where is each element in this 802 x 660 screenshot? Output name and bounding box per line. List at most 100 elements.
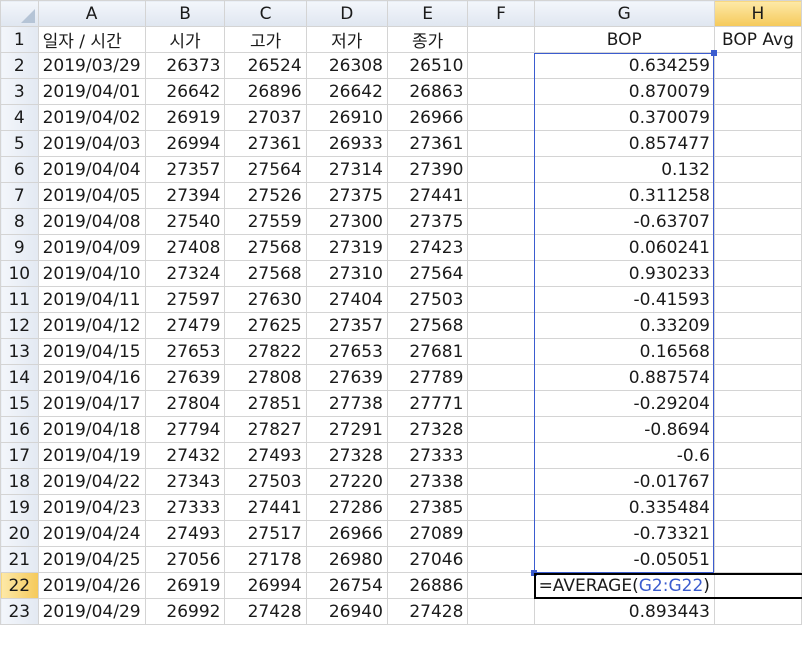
row-header[interactable]: 2 — [0, 52, 39, 79]
cell-bop[interactable]: 0.16568 — [533, 338, 715, 365]
cell-low[interactable]: 26980 — [305, 546, 388, 573]
cell-open[interactable]: 27333 — [144, 494, 226, 521]
cell-empty[interactable] — [467, 494, 535, 521]
cell-empty[interactable] — [467, 520, 535, 547]
cell-close[interactable]: 26863 — [386, 78, 469, 105]
cell-empty[interactable] — [467, 78, 535, 105]
column-header-f[interactable]: F — [467, 0, 535, 27]
cell-bop[interactable]: 0.132 — [533, 156, 715, 183]
cell-empty[interactable] — [467, 572, 535, 599]
cell-low[interactable]: 26910 — [305, 104, 388, 131]
cell-date[interactable]: 2019/04/16 — [37, 364, 146, 391]
cell-high[interactable]: 27559 — [224, 208, 307, 235]
row-header[interactable]: 12 — [0, 312, 39, 339]
cell-high[interactable]: 27037 — [224, 104, 307, 131]
cell-bop-avg-header[interactable]: BOP Avg — [713, 26, 802, 53]
cell-open[interactable]: 27343 — [144, 468, 226, 495]
cell-bop-avg[interactable] — [713, 182, 802, 209]
row-header[interactable]: 7 — [0, 182, 39, 209]
row-header[interactable]: 18 — [0, 468, 39, 495]
cell-close[interactable]: 27361 — [386, 130, 469, 157]
cell-empty[interactable] — [467, 182, 535, 209]
cell-bop[interactable]: 0.930233 — [533, 260, 715, 287]
cell-empty[interactable] — [467, 312, 535, 339]
cell-bop[interactable]: 0.370079 — [533, 104, 715, 131]
cell-low[interactable]: 26754 — [305, 572, 388, 599]
cell-empty[interactable] — [467, 598, 535, 625]
cell-empty[interactable] — [467, 208, 535, 235]
cell-high[interactable]: 27517 — [224, 520, 307, 547]
cell-bop[interactable]: -0.41593 — [533, 286, 715, 313]
cell-open[interactable]: 26373 — [144, 52, 226, 79]
cell-open[interactable]: 27408 — [144, 234, 226, 261]
column-header-e[interactable]: E — [386, 0, 469, 27]
row-header[interactable]: 14 — [0, 364, 39, 391]
column-header-h[interactable]: H — [713, 0, 802, 27]
cell-date[interactable]: 2019/04/09 — [37, 234, 146, 261]
cell-date[interactable]: 2019/04/19 — [37, 442, 146, 469]
cell-bop-formula[interactable]: =AVERAGE(G2:G22) — [533, 572, 715, 599]
cell-bop-avg[interactable] — [713, 416, 802, 443]
cell-low[interactable]: 26308 — [305, 52, 388, 79]
cell-date[interactable]: 2019/04/03 — [37, 130, 146, 157]
cell-open[interactable]: 27794 — [144, 416, 226, 443]
row-header[interactable]: 15 — [0, 390, 39, 417]
row-header[interactable]: 20 — [0, 520, 39, 547]
cell-date[interactable]: 2019/04/12 — [37, 312, 146, 339]
cell-date[interactable]: 2019/04/25 — [37, 546, 146, 573]
cell-bop-avg[interactable] — [713, 286, 802, 313]
row-header[interactable]: 16 — [0, 416, 39, 443]
cell-low[interactable]: 27310 — [305, 260, 388, 287]
cell-bop-avg[interactable] — [713, 468, 802, 495]
cell-close[interactable]: 27328 — [386, 416, 469, 443]
cell-low[interactable]: 27328 — [305, 442, 388, 469]
cell-open[interactable]: 27324 — [144, 260, 226, 287]
cell-low[interactable]: 27357 — [305, 312, 388, 339]
cell-open[interactable]: 27357 — [144, 156, 226, 183]
cell-high[interactable]: 27827 — [224, 416, 307, 443]
cell-high[interactable]: 27361 — [224, 130, 307, 157]
cell-date[interactable]: 2019/04/29 — [37, 598, 146, 625]
cell-date[interactable]: 2019/04/24 — [37, 520, 146, 547]
cell-high[interactable]: 27625 — [224, 312, 307, 339]
cell-date[interactable]: 2019/04/22 — [37, 468, 146, 495]
cell-open-header[interactable]: 시가 — [144, 26, 226, 53]
cell-bop-avg[interactable] — [713, 546, 802, 573]
cell-bop-avg[interactable] — [713, 208, 802, 235]
cell-date[interactable]: 2019/04/26 — [37, 572, 146, 599]
cell-date[interactable]: 2019/03/29 — [37, 52, 146, 79]
column-header-b[interactable]: B — [144, 0, 226, 27]
cell-bop-avg[interactable] — [713, 338, 802, 365]
cell-open[interactable]: 27540 — [144, 208, 226, 235]
row-header[interactable]: 1 — [0, 26, 39, 53]
cell-date[interactable]: 2019/04/15 — [37, 338, 146, 365]
cell-empty[interactable] — [467, 416, 535, 443]
cell-empty[interactable] — [467, 260, 535, 287]
cell-empty[interactable] — [467, 338, 535, 365]
cell-bop-avg[interactable] — [713, 520, 802, 547]
cell-close[interactable]: 27338 — [386, 468, 469, 495]
cell-high[interactable]: 27503 — [224, 468, 307, 495]
cell-low[interactable]: 27300 — [305, 208, 388, 235]
cell-high[interactable]: 27851 — [224, 390, 307, 417]
cell-bop[interactable]: -0.05051 — [533, 546, 715, 573]
row-header[interactable]: 13 — [0, 338, 39, 365]
cell-bop[interactable]: 0.311258 — [533, 182, 715, 209]
cell-date[interactable]: 2019/04/18 — [37, 416, 146, 443]
cell-empty[interactable] — [467, 130, 535, 157]
cell-date[interactable]: 2019/04/08 — [37, 208, 146, 235]
cell-empty[interactable] — [467, 52, 535, 79]
row-header[interactable]: 22 — [0, 572, 39, 599]
cell-low[interactable]: 26642 — [305, 78, 388, 105]
cell-high[interactable]: 27564 — [224, 156, 307, 183]
cell-bop-avg[interactable] — [713, 260, 802, 287]
cell-bop[interactable]: -0.6 — [533, 442, 715, 469]
cell-bop[interactable]: 0.893443 — [533, 598, 715, 625]
cell-low-header[interactable]: 저가 — [305, 26, 388, 53]
cell-bop[interactable]: 0.857477 — [533, 130, 715, 157]
column-header-a[interactable]: A — [37, 0, 146, 27]
cell-open[interactable]: 26992 — [144, 598, 226, 625]
cell-open[interactable]: 27597 — [144, 286, 226, 313]
cell-bop-avg[interactable] — [713, 78, 802, 105]
cell-bop[interactable]: 0.060241 — [533, 234, 715, 261]
